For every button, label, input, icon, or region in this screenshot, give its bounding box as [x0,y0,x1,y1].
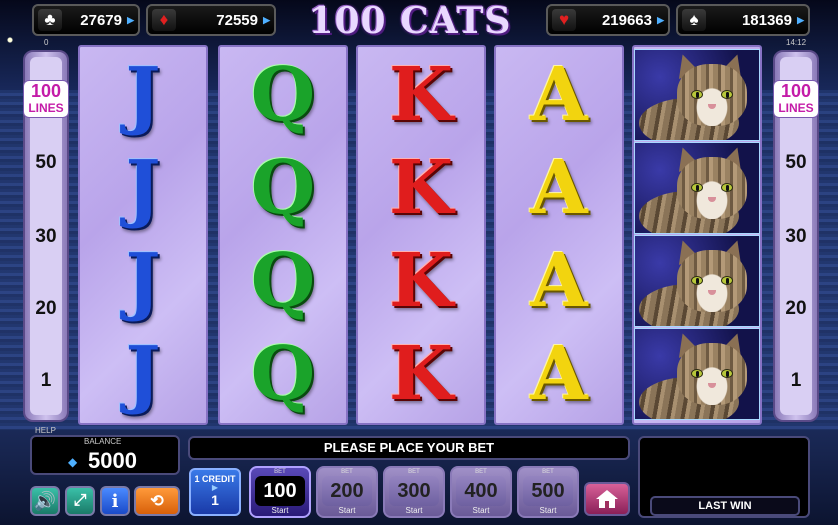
line-marker[interactable]: 30 [775,226,817,248]
lines-panel-left: 100 LINES 50 30 20 1 [23,50,69,422]
lines-label: LINES [778,101,814,115]
jackpot-value: 219663 [601,11,652,29]
spades-icon: ♠ [682,9,706,31]
jackpot-hearts: ♥ 219663 ▶ [546,4,670,36]
balance-label: BALANCE [84,437,122,446]
game-title: 100 CATS [308,0,512,42]
credit-selector[interactable]: 1 CREDIT ▶ 1 [189,468,241,516]
bet-100-button[interactable]: BET 100 Start [249,466,311,518]
bet-value: 500 [523,476,573,506]
reel-2: Q Q Q Q [218,45,348,425]
symbol-j: J [125,238,161,324]
symbol-k: K [388,331,454,417]
hearts-icon: ♥ [552,9,576,31]
home-icon [596,490,618,508]
line-marker[interactable]: 30 [25,226,67,248]
jackpot-spades: ♠ 181369 ▶ [676,4,810,36]
bet-200-button[interactable]: BET 200 Start [316,466,378,518]
symbol-q: Q [250,238,316,324]
symbol-k: K [388,145,454,231]
autoplay-icon: ⟲ [150,493,164,510]
symbol-q: Q [250,52,316,138]
lines-label: LINES [28,101,64,115]
clock: 14:12 [786,38,807,47]
fullscreen-icon: ⤢ [73,492,87,509]
fullscreen-button[interactable]: ⤢ [65,486,95,516]
clubs-icon: ♣ [38,9,62,31]
jackpot-diamonds: ♦ 72559 ▶ [146,4,276,36]
lines-selector[interactable]: 100 LINES [773,80,819,118]
symbol-k: K [388,238,454,324]
jackpot-value: 181369 [741,11,792,29]
symbol-j: J [125,145,161,231]
info-icon: i [111,490,119,512]
info-button[interactable]: i [100,486,130,516]
line-marker[interactable]: 20 [25,298,67,320]
jackpot-clubs: ♣ 27679 ▶ [32,4,140,36]
autoplay-button[interactable]: ⟲ [134,486,180,516]
bet-value: 400 [456,476,506,506]
arrow-icon: ▶ [263,15,270,25]
cat-symbol [634,235,760,327]
reel-1: J J J J [78,45,208,425]
arrow-icon: ▶ [211,483,219,492]
home-button[interactable] [584,482,630,516]
jackpot-value: 72559 [216,11,258,29]
bet-500-button[interactable]: BET 500 Start [517,466,579,518]
symbol-a: A [530,331,588,417]
lines-count: 100 [30,81,62,101]
reel-5 [632,45,762,425]
balance-display: BALANCE ◆ 5000 [30,435,180,475]
arrow-icon: ▶ [127,15,134,25]
line-marker[interactable]: 50 [25,152,67,174]
arrow-icon: ▶ [797,15,804,25]
reel-3: K K K K [356,45,486,425]
jackpot-value: 27679 [80,11,122,29]
symbol-j: J [125,52,161,138]
win-display: LAST WIN [638,436,810,518]
line-marker[interactable]: 1 [775,370,817,392]
diamonds-icon: ♦ [152,9,176,31]
bet-value: 100 [255,476,305,506]
lines-panel-right: 100 LINES 50 30 20 1 [773,50,819,422]
message-bar: PLEASE PLACE YOUR BET [188,436,630,460]
last-win-label: LAST WIN [650,496,800,516]
credit-value: 1 [211,492,219,508]
balance-value: 5000 [88,448,137,473]
bet-value: 300 [389,476,439,506]
bet-value: 200 [322,476,372,506]
coin-icon: ◆ [68,455,78,469]
bet-400-button[interactable]: BET 400 Start [450,466,512,518]
symbol-a: A [530,145,588,231]
cat-symbol [634,328,760,420]
symbol-a: A [530,52,588,138]
symbol-k: K [388,52,454,138]
symbol-a: A [530,238,588,324]
arrow-icon: ▶ [657,15,664,25]
help-link[interactable]: HELP [35,426,56,435]
corner-zero: 0 [44,38,49,47]
lines-selector[interactable]: 100 LINES [23,80,69,118]
speaker-icon: 🔊 [33,490,57,511]
bet-300-button[interactable]: BET 300 Start [383,466,445,518]
line-marker[interactable]: 50 [775,152,817,174]
cat-symbol [634,142,760,234]
lines-count: 100 [780,81,812,101]
cat-symbol [634,49,760,141]
sound-button[interactable]: 🔊 [30,486,60,516]
reel-4: A A A A [494,45,624,425]
symbol-q: Q [250,331,316,417]
symbol-q: Q [250,145,316,231]
symbol-j: J [125,331,161,417]
line-marker[interactable]: 20 [775,298,817,320]
line-marker[interactable]: 1 [25,370,67,392]
